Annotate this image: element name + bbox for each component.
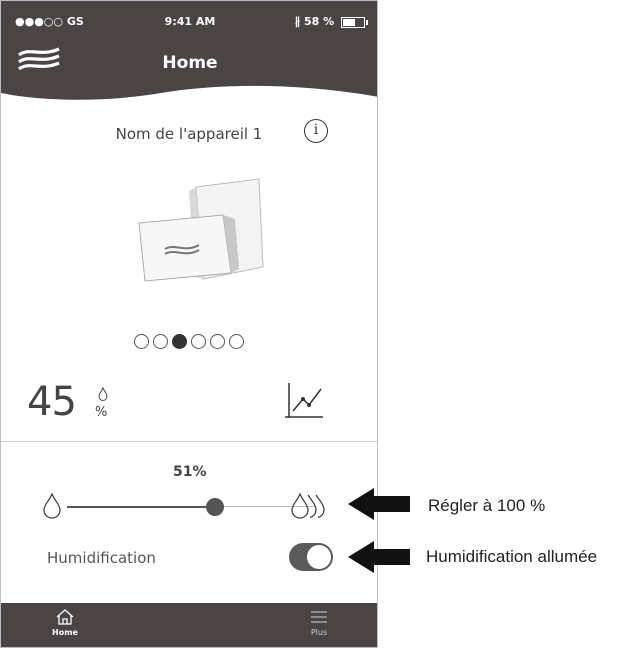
device-name-row: Nom de l'appareil 1 i (1, 119, 377, 147)
humidity-value: 45 (27, 379, 77, 425)
app-header: ●●●○○ GS 9:41 AM ∦ 58 % Home (1, 1, 377, 111)
device-image (138, 178, 264, 282)
toggle-annotation: Humidification allumée (426, 547, 598, 566)
section-divider (1, 441, 377, 442)
battery-percent: 58 % (303, 15, 335, 28)
high-humidity-drops-icon (291, 492, 325, 519)
humidity-unit: % (95, 405, 108, 420)
droplet-icon (98, 387, 108, 401)
carousel-dots[interactable] (1, 331, 377, 350)
arrow-left-icon (348, 541, 410, 573)
page-title: Home (162, 53, 218, 73)
info-icon[interactable]: i (304, 119, 328, 143)
carousel-dot[interactable] (153, 334, 168, 349)
humidification-row: Humidification (1, 543, 377, 573)
slider-value-label: 51% (173, 464, 207, 480)
bluetooth-icon: ∦ (294, 15, 301, 28)
humidification-toggle[interactable] (289, 543, 333, 571)
menu-icon (311, 611, 327, 623)
status-bar: ●●●○○ GS 9:41 AM ∦ 58 % (1, 15, 377, 31)
tab-plus[interactable]: Plus (289, 608, 349, 637)
history-chart-icon[interactable] (283, 381, 325, 423)
tab-home[interactable]: Home (35, 608, 95, 637)
phone-screen: ●●●○○ GS 9:41 AM ∦ 58 % Home Nom de l'ap… (0, 0, 378, 648)
tab-bar: Home Plus (1, 603, 377, 647)
slider-track-filled (67, 506, 215, 508)
carousel-dot[interactable] (172, 334, 187, 349)
home-icon (56, 609, 74, 625)
current-humidity: 45 % (27, 379, 108, 425)
humidity-slider[interactable] (29, 489, 351, 525)
battery-icon (341, 16, 368, 28)
toggle-knob (307, 545, 331, 569)
slider-annotation: Régler à 100 % (428, 496, 546, 515)
arrow-left-icon (348, 488, 410, 520)
tab-plus-label: Plus (310, 628, 328, 637)
low-humidity-drop-icon (43, 493, 61, 519)
carousel-dot[interactable] (134, 334, 149, 349)
carousel-dot[interactable] (191, 334, 206, 349)
battery-status: ∦ 58 % (294, 15, 368, 28)
tab-home-label: Home (52, 628, 78, 637)
humidification-label: Humidification (47, 549, 156, 567)
slider-thumb[interactable] (206, 498, 224, 516)
carousel-dot[interactable] (210, 334, 225, 349)
carousel-dot[interactable] (229, 334, 244, 349)
